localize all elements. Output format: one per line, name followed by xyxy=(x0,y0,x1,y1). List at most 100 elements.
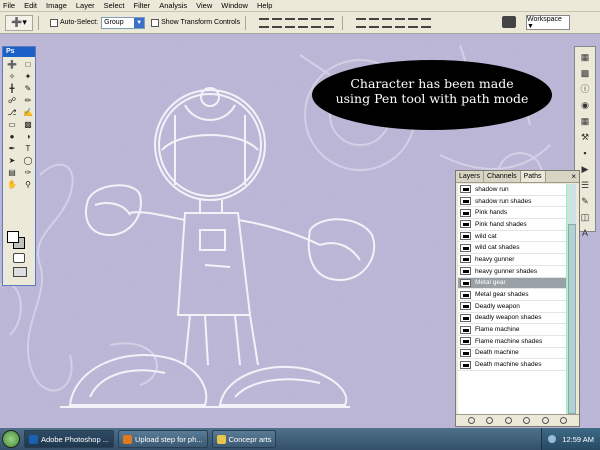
eyedropper-tool-icon[interactable]: ✑ xyxy=(21,167,35,178)
dodge-tool-icon[interactable]: ◑ xyxy=(21,131,35,142)
distribute-right-icon[interactable] xyxy=(421,17,432,28)
path-row-selected[interactable]: Metal gear xyxy=(458,277,566,290)
align-right-icon[interactable] xyxy=(324,17,335,28)
path-row[interactable]: Death machine xyxy=(458,348,566,360)
foreground-color-swatch[interactable] xyxy=(7,231,19,243)
move-tool-icon[interactable]: ➕ xyxy=(5,59,19,70)
blur-tool-icon[interactable]: ● xyxy=(5,131,19,142)
brush-tool-icon[interactable]: ✏ xyxy=(21,95,35,106)
close-icon[interactable]: × xyxy=(568,171,579,182)
workspace-button[interactable]: Workspace ▼ xyxy=(526,15,570,30)
distribute-top-icon[interactable] xyxy=(356,17,367,28)
gradient-tool-icon[interactable]: ▩ xyxy=(21,119,35,130)
auto-select-checkbox[interactable]: Auto-Select: xyxy=(50,18,98,27)
stroke-path-icon[interactable] xyxy=(486,417,494,424)
align-left-icon[interactable] xyxy=(298,17,309,28)
auto-select-dropdown[interactable]: Group ▼ xyxy=(101,16,146,29)
swatches-icon[interactable]: ▦ xyxy=(578,115,592,127)
marquee-tool-icon[interactable]: □ xyxy=(21,59,35,70)
load-selection-icon[interactable] xyxy=(504,417,512,424)
menu-file[interactable]: File xyxy=(3,1,15,10)
path-row[interactable]: heavy gunner shades xyxy=(458,266,566,278)
fill-path-icon[interactable] xyxy=(467,417,475,424)
clone-stamp-icon[interactable]: ⎇ xyxy=(5,107,19,118)
magic-wand-tool-icon[interactable]: ✦ xyxy=(21,71,35,82)
history-brush-icon[interactable]: ✍ xyxy=(21,107,35,118)
tab-layers[interactable]: Layers xyxy=(456,171,485,182)
brushes-icon[interactable]: ✎ xyxy=(578,195,592,207)
task-browser[interactable]: Upload step for ph... xyxy=(117,430,208,448)
network-icon[interactable] xyxy=(548,435,557,443)
screen-mode-icon[interactable] xyxy=(13,267,27,277)
menu-edit[interactable]: Edit xyxy=(24,1,37,10)
align-top-icon[interactable] xyxy=(259,17,270,28)
styles-icon[interactable]: ▪ xyxy=(578,147,592,159)
trash-icon[interactable] xyxy=(560,417,568,424)
quick-mask-icon[interactable] xyxy=(13,253,25,263)
make-work-path-icon[interactable] xyxy=(523,417,531,424)
checkbox-box[interactable] xyxy=(151,18,160,27)
tab-paths[interactable]: Paths xyxy=(520,171,546,182)
scrollbar-thumb[interactable] xyxy=(568,224,576,414)
align-bottom-icon[interactable] xyxy=(285,17,296,28)
path-row[interactable]: Metal gear shades xyxy=(458,289,566,301)
menu-layer[interactable]: Layer xyxy=(76,1,95,10)
distribute-center-icon[interactable] xyxy=(408,17,419,28)
align-middle-icon[interactable] xyxy=(272,17,283,28)
layer-comps-icon[interactable]: ◫ xyxy=(578,211,592,223)
crop-tool-icon[interactable]: ╋ xyxy=(5,83,19,94)
clock[interactable]: 12:59 AM xyxy=(562,435,594,444)
distribute-bottom-icon[interactable] xyxy=(382,17,393,28)
character-icon[interactable]: A xyxy=(578,227,592,239)
histogram-icon[interactable]: ▩ xyxy=(578,67,592,79)
align-center-icon[interactable] xyxy=(311,17,322,28)
path-row[interactable]: Death machine shades xyxy=(458,359,566,371)
checkbox-box[interactable] xyxy=(50,18,58,27)
type-tool-icon[interactable]: T xyxy=(21,143,35,154)
tools-presets-icon[interactable]: ⚒ xyxy=(578,131,592,143)
path-selection-icon[interactable]: ➤ xyxy=(5,155,19,166)
actions-icon[interactable]: ▶ xyxy=(578,163,592,175)
path-row[interactable]: wild cat shades xyxy=(458,242,566,255)
navigator-icon[interactable]: ▦ xyxy=(578,51,592,63)
zoom-tool-icon[interactable]: ⚲ xyxy=(21,179,35,190)
path-row[interactable]: deadly weapon shades xyxy=(458,313,566,325)
path-row[interactable]: wild cat xyxy=(458,231,566,243)
start-button[interactable] xyxy=(2,430,20,448)
path-row[interactable]: Deadly weapon xyxy=(458,301,566,313)
slice-tool-icon[interactable]: ✎ xyxy=(21,83,35,94)
lasso-tool-icon[interactable]: ✧ xyxy=(5,71,19,82)
path-row[interactable]: Pink hand shades xyxy=(458,219,566,231)
path-row[interactable]: Pink hands xyxy=(458,207,566,220)
pen-tool-icon[interactable]: ✒ xyxy=(5,143,19,154)
info-icon[interactable]: ⓘ xyxy=(578,83,592,95)
tool-preset-picker[interactable]: ➕▾ xyxy=(5,14,33,31)
distribute-left-icon[interactable] xyxy=(395,17,406,28)
path-row[interactable]: heavy gunner xyxy=(458,254,566,266)
bridge-icon[interactable] xyxy=(502,16,516,28)
scrollbar[interactable] xyxy=(566,184,576,414)
path-row[interactable]: shadow run shades xyxy=(458,196,566,208)
tab-channels[interactable]: Channels xyxy=(484,171,521,182)
menu-select[interactable]: Select xyxy=(104,1,125,10)
menu-filter[interactable]: Filter xyxy=(134,1,151,10)
menu-view[interactable]: View xyxy=(196,1,212,10)
color-icon[interactable]: ◉ xyxy=(578,99,592,111)
menu-analysis[interactable]: Analysis xyxy=(159,1,187,10)
new-path-icon[interactable] xyxy=(541,417,549,424)
show-transform-checkbox[interactable]: Show Transform Controls xyxy=(151,18,240,27)
path-row[interactable]: shadow run xyxy=(458,184,566,196)
shape-tool-icon[interactable]: ◯ xyxy=(21,155,35,166)
menu-help[interactable]: Help xyxy=(257,1,272,10)
distribute-middle-icon[interactable] xyxy=(369,17,380,28)
healing-brush-icon[interactable]: ☍ xyxy=(5,95,19,106)
task-folder[interactable]: Concepr arts xyxy=(211,430,277,448)
eraser-tool-icon[interactable]: ▭ xyxy=(5,119,19,130)
path-row[interactable]: Flame machine shades xyxy=(458,336,566,348)
menu-image[interactable]: Image xyxy=(46,1,67,10)
notes-tool-icon[interactable]: ▤ xyxy=(5,167,19,178)
path-row[interactable]: Flame machine xyxy=(458,324,566,336)
menu-window[interactable]: Window xyxy=(221,1,248,10)
history-icon[interactable]: ☰ xyxy=(578,179,592,191)
task-photoshop[interactable]: Adobe Photoshop ... xyxy=(24,430,114,448)
